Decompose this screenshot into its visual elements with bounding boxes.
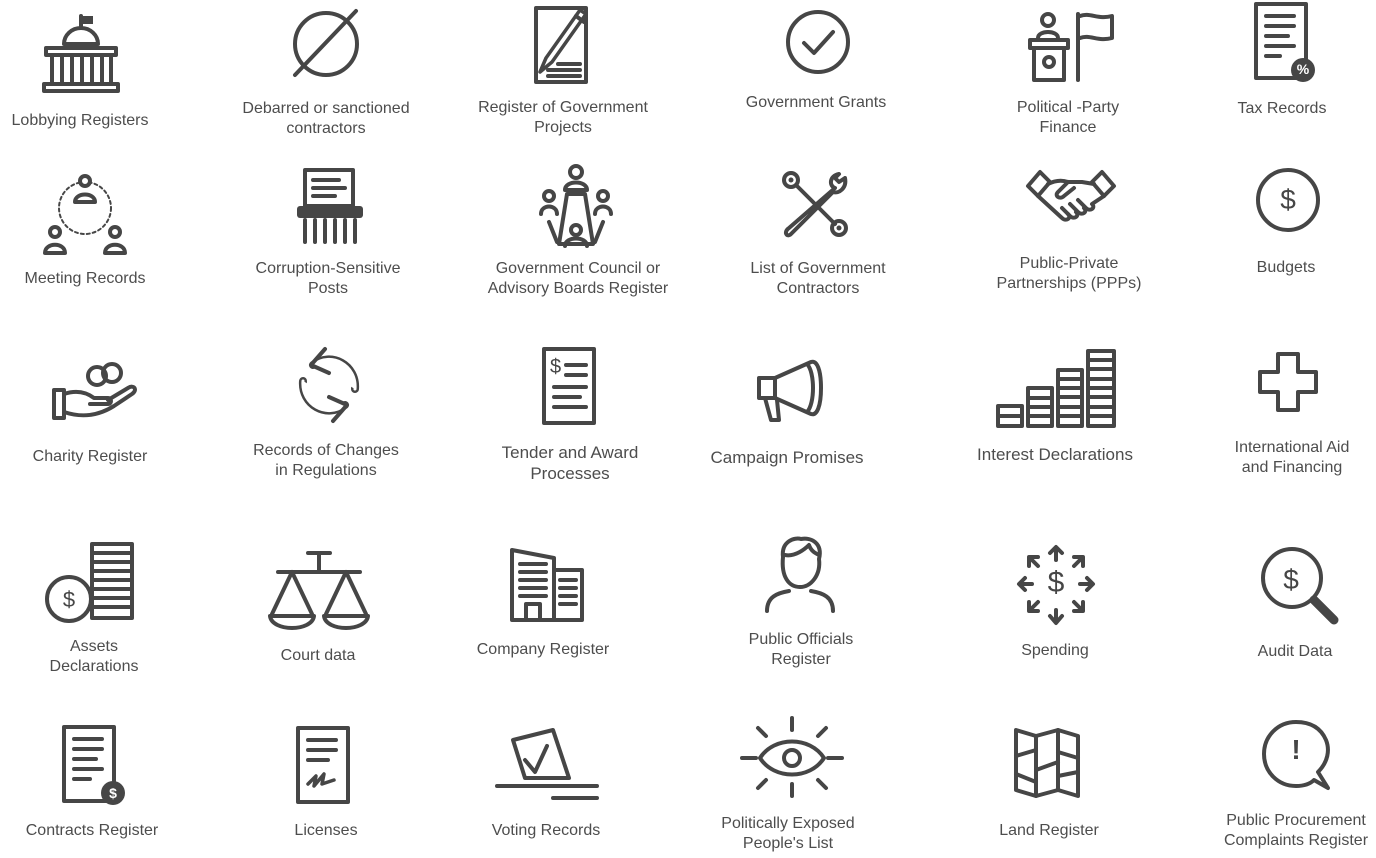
land-register-label: Land Register: [999, 822, 1099, 839]
megaphone-icon: [757, 359, 823, 422]
political-party-finance-label: Political -Party Finance: [1016, 99, 1120, 136]
company-register-label: Company Register: [476, 641, 610, 658]
meeting-records-label: Meeting Records: [24, 270, 146, 287]
scales-of-justice-icon: [268, 551, 370, 630]
tender-award-label: Tender and Award Processes: [501, 443, 639, 483]
public-officials-label: Public Officials Register: [748, 631, 854, 668]
charity-register-label: Charity Register: [32, 448, 148, 465]
politically-exposed-label: Politically Exposed People's List: [721, 815, 855, 852]
capitol-building-icon: [42, 14, 120, 93]
boardroom-icon: [539, 164, 613, 248]
spending-label: Spending: [1021, 642, 1089, 659]
medical-cross-icon: [1258, 352, 1318, 412]
licenses-label: Licenses: [294, 822, 358, 839]
signed-license-icon: [296, 726, 350, 804]
audit-dollar-symbol: $: [1283, 564, 1299, 595]
budgets-label: Budgets: [1256, 259, 1316, 276]
budgets-dollar-symbol: $: [1280, 184, 1296, 215]
contracts-dollar-badge: $: [109, 785, 117, 801]
percent-badge: %: [1296, 61, 1310, 77]
refresh-arrows-icon: [298, 347, 360, 423]
procurement-complaints-label: Public Procurement Complaints Register: [1223, 812, 1369, 849]
contracts-register-label: Contracts Register: [25, 822, 159, 839]
court-data-label: Court data: [280, 647, 356, 664]
campaign-promises-label: Campaign Promises: [710, 448, 864, 467]
spending-dollar-symbol: $: [1047, 566, 1065, 599]
podium-flag-icon: [1028, 12, 1114, 82]
ballot-box-icon: [495, 728, 599, 800]
handshake-icon: [1026, 170, 1116, 222]
public-private-partnerships-label: Public-Private Partnerships (PPPs): [996, 255, 1142, 292]
office-building-icon: [510, 548, 584, 622]
complaints-exclamation-symbol: !: [1291, 734, 1301, 765]
check-circle-icon: [786, 10, 850, 74]
hand-coins-icon: [52, 362, 137, 420]
lobbying-registers-label: Lobbying Registers: [11, 112, 149, 129]
document-pen-icon: [534, 6, 588, 84]
wrench-tools-icon: [782, 171, 848, 238]
government-contractors-label: List of Government Contractors: [750, 260, 886, 297]
stacked-bars-icon: [996, 349, 1116, 428]
corruption-sensitive-posts-label: Corruption-Sensitive Posts: [255, 260, 401, 297]
prohibited-icon: [293, 9, 359, 77]
tax-records-label: Tax Records: [1237, 100, 1327, 117]
government-council-label: Government Council or Advisory Boards Reg…: [487, 260, 669, 297]
eye-rays-icon: [740, 716, 844, 798]
person-bust-icon: [765, 536, 835, 613]
folded-map-icon: [1014, 728, 1080, 798]
meeting-people-icon: [43, 174, 127, 255]
assets-declarations-label: Assets Declarations: [49, 638, 139, 675]
tender-dollar-symbol: $: [550, 356, 562, 378]
voting-records-label: Voting Records: [491, 822, 601, 839]
assets-dollar-symbol: $: [62, 587, 76, 612]
government-projects-label: Register of Government Projects: [478, 99, 648, 136]
international-aid-label: International Aid and Financing: [1234, 439, 1350, 476]
debarred-contractors-label: Debarred or sanctioned contractors: [242, 100, 410, 137]
interest-declarations-label: Interest Declarations: [977, 445, 1133, 464]
invoice-document-icon: [542, 347, 596, 425]
changes-in-regulations-label: Records of Changes in Regulations: [253, 442, 399, 479]
paper-shredder-icon: [297, 168, 363, 244]
government-grants-label: Government Grants: [745, 94, 887, 111]
audit-data-label: Audit Data: [1257, 643, 1333, 660]
